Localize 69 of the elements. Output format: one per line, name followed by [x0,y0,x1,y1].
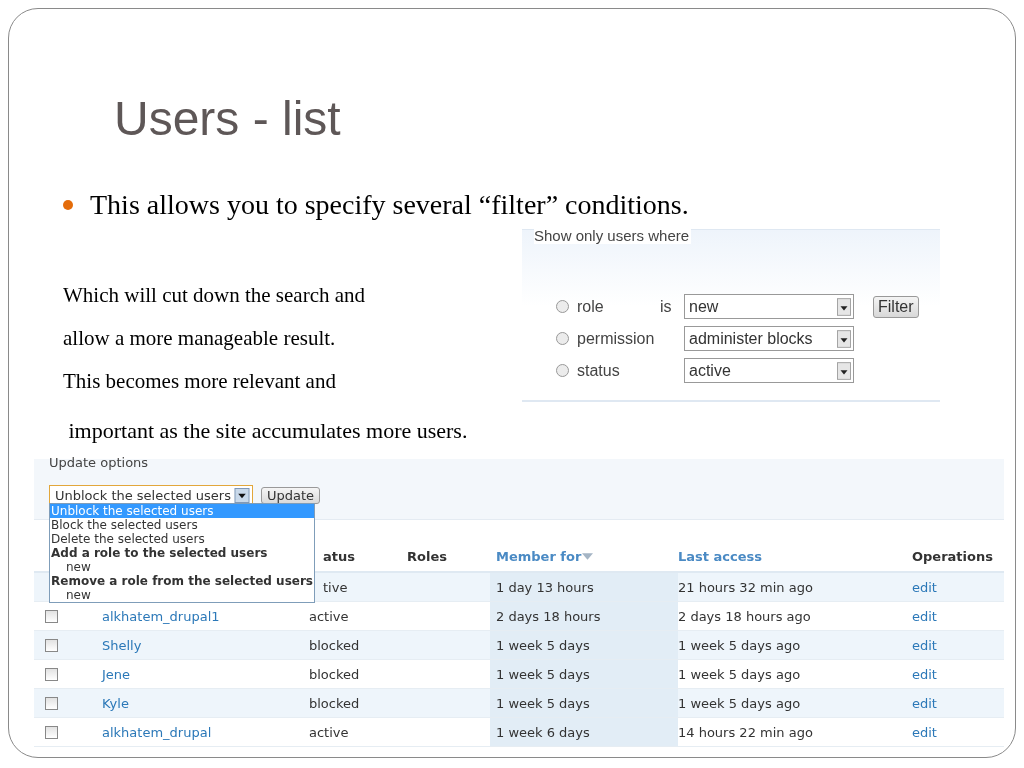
radio-label: role [577,297,605,316]
column-header: Operations [912,548,993,564]
table-cell: 1 week 6 days [496,724,590,740]
sort-arrow-icon [582,552,594,560]
table-cell: 1 week 5 days ago [678,637,801,653]
table-cell: 14 hours 22 min ago [678,724,813,740]
body-text: allow a more manageable result. [63,326,337,352]
table-cell: active [309,724,349,740]
radio-button[interactable] [556,364,569,377]
radio-button[interactable] [556,300,569,313]
table-cell: 1 week 5 days [496,637,590,653]
edit-link[interactable]: edit [912,637,937,653]
table-cell: 1 week 5 days ago [678,666,801,682]
panel-legend: Update options [49,455,149,470]
table-cell: 1 day 13 hours [496,579,594,595]
menu-group-label: Remove a role from the selected users [50,574,314,588]
body-text: important as the site accumulates more users. [67,418,468,445]
column-header-link[interactable]: Member for [496,548,582,564]
menu-option[interactable]: Delete the selected users [50,532,314,546]
edit-link[interactable]: edit [912,695,937,711]
table-cell: 2 days 18 hours [496,608,601,624]
radio-button[interactable] [556,332,569,345]
table-cell: 1 week 5 days ago [678,695,801,711]
radio-label: status [577,361,621,380]
table-cell: blocked [309,666,360,682]
bullet-text: This allows you to specify several “filter” conditions. [90,189,689,221]
table-cell: tive [323,579,348,595]
table-cell: blocked [309,637,360,653]
update-button[interactable]: Update [261,486,321,504]
select-field[interactable]: active [684,358,854,383]
bullet-icon [63,200,73,210]
select-field[interactable]: new [684,294,854,319]
username-link[interactable]: alkhatem_drupal1 [102,608,220,624]
row-checkbox[interactable] [45,667,58,681]
username-link[interactable]: alkhatem_drupal [102,724,212,740]
table-cell: blocked [309,695,360,711]
row-checkbox[interactable] [45,696,58,710]
username-link[interactable]: Shelly [102,637,142,653]
menu-option[interactable]: Block the selected users [50,518,314,532]
menu-option[interactable]: new [50,588,314,602]
select-field[interactable]: administer blocks [684,326,854,351]
radio-label: permission [577,329,656,348]
username-link[interactable]: Jene [102,666,131,682]
slide-title: Users - list [114,91,341,146]
table-cell: 1 week 5 days [496,666,590,682]
menu-group-label: Add a role to the selected users [50,546,269,560]
body-text: This becomes more relevant and [63,369,337,395]
row-checkbox[interactable] [45,638,58,652]
username-link[interactable]: Kyle [102,695,129,711]
menu-option[interactable]: new [50,560,314,574]
table-cell: 21 hours 32 min ago [678,579,813,595]
column-header: Roles [407,548,447,564]
column-header-link[interactable]: Last access [678,548,762,564]
operator-label: is [660,297,672,315]
table-cell: 1 week 5 days [496,695,590,711]
column-header: atus [323,548,355,564]
filter-button[interactable]: Filter [873,295,919,318]
edit-link[interactable]: edit [912,666,937,682]
action-select[interactable]: Unblock the selected users [49,485,253,505]
table-cell: active [309,608,349,624]
body-text: Which will cut down the search and [63,283,367,309]
edit-link[interactable]: edit [912,724,937,740]
row-checkbox[interactable] [45,725,58,739]
panel-legend: Show only users where [534,227,692,244]
edit-link[interactable]: edit [912,608,937,624]
edit-link[interactable]: edit [912,579,937,595]
table-cell: 2 days 18 hours ago [678,608,811,624]
row-checkbox[interactable] [45,609,58,623]
menu-option[interactable]: Unblock the selected users [50,504,314,518]
